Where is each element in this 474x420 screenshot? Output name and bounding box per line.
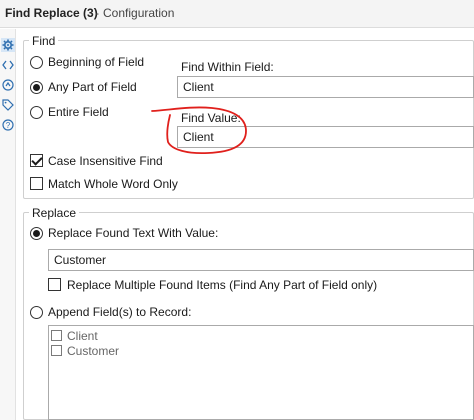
replace-value-select[interactable]: Customer — [48, 249, 474, 271]
beginning-of-field-radio[interactable] — [30, 56, 43, 69]
append-fields-list[interactable] — [48, 325, 474, 420]
navigate-icon[interactable] — [1, 78, 15, 92]
replace-legend: Replace — [29, 206, 80, 220]
field-client-checkbox[interactable] — [51, 330, 62, 341]
code-icon[interactable] — [1, 58, 15, 72]
find-value-label: Find Value: — [181, 111, 241, 125]
svg-text:?: ? — [6, 121, 11, 130]
any-part-of-field-radio[interactable] — [30, 81, 43, 94]
tool-title: Find Replace (3) — [5, 6, 98, 20]
match-whole-word-label: Match Whole Word Only — [48, 177, 178, 191]
find-within-field-label: Find Within Field: — [181, 60, 274, 74]
any-part-of-field-label: Any Part of Field — [48, 80, 137, 94]
entire-field-label: Entire Field — [48, 105, 109, 119]
beginning-of-field-label: Beginning of Field — [48, 55, 145, 69]
case-insensitive-checkbox[interactable] — [30, 154, 43, 167]
replace-found-text-radio[interactable] — [30, 227, 43, 240]
append-fields-label: Append Field(s) to Record: — [48, 305, 192, 319]
case-insensitive-label: Case Insensitive Find — [48, 154, 163, 168]
tag-icon[interactable] — [1, 98, 15, 112]
find-value-input[interactable]: Client — [177, 126, 474, 148]
config-sidebar: ? — [0, 29, 16, 420]
replace-multiple-label: Replace Multiple Found Items (Find Any P… — [67, 278, 378, 292]
field-customer-checkbox[interactable] — [51, 345, 62, 356]
append-fields-radio[interactable] — [30, 306, 43, 319]
title-bar: Find Replace (3) - Configuration — [0, 0, 474, 28]
title-separator: - — [95, 6, 99, 20]
field-customer-label: Customer — [67, 344, 120, 358]
field-client-label: Client — [67, 329, 98, 343]
gear-icon[interactable] — [1, 38, 15, 52]
find-within-field-select[interactable]: Client — [177, 76, 474, 98]
replace-multiple-checkbox[interactable] — [48, 278, 61, 291]
match-whole-word-checkbox[interactable] — [30, 177, 43, 190]
replace-found-text-label: Replace Found Text With Value: — [48, 226, 219, 240]
find-legend: Find — [29, 34, 59, 48]
help-icon[interactable]: ? — [1, 118, 15, 132]
title-subtitle: Configuration — [103, 6, 175, 20]
entire-field-radio[interactable] — [30, 106, 43, 119]
